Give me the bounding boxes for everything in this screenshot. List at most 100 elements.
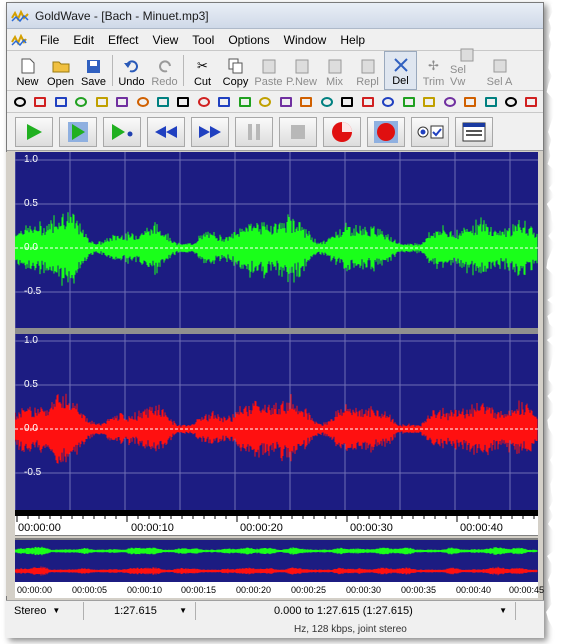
overview-time-label: 00:00:45: [509, 585, 545, 595]
overview-time-label: 00:00:00: [17, 585, 53, 595]
fx-2-icon[interactable]: [31, 94, 48, 110]
replace-icon: [359, 58, 377, 74]
channel-mode-dropdown[interactable]: Stereo ▼: [6, 601, 84, 620]
toolbar-separator: [183, 55, 184, 86]
replace-button[interactable]: Repl: [351, 51, 384, 90]
waveform-view[interactable]: 1.0 0.5 0.0 -0.5 1.0 0.5 0.0 -0.5: [14, 152, 538, 510]
menu-edit[interactable]: Edit: [66, 33, 101, 47]
main-toolbar: New Open Save Undo Redo ✂ Cut Copy Paste…: [7, 48, 543, 91]
menu-tool[interactable]: Tool: [185, 33, 221, 47]
overview-graph[interactable]: [14, 540, 538, 582]
open-button[interactable]: Open: [44, 51, 77, 90]
pause-button[interactable]: [235, 116, 273, 147]
title-bar[interactable]: GoldWave - [Bach - Minuet.mp3]: [7, 3, 543, 29]
overview-time-ruler: 00:00:00 00:00:05 00:00:10 00:00:15 00:0…: [15, 582, 544, 598]
fx-11-icon[interactable]: [216, 94, 233, 110]
overview-time-label: 00:00:15: [181, 585, 217, 595]
fx-16-icon[interactable]: [318, 94, 335, 110]
menu-effect[interactable]: Effect: [101, 33, 145, 47]
play-from-cursor-button[interactable]: [103, 116, 141, 147]
overview-time-label: 00:00:40: [456, 585, 492, 595]
fx-26-icon[interactable]: [523, 94, 540, 110]
select-all-button[interactable]: Sel A: [483, 51, 516, 90]
fx-6-icon[interactable]: [113, 94, 130, 110]
time-label: 00:00:10: [131, 522, 174, 534]
mix-icon: [326, 58, 344, 74]
new-button[interactable]: New: [11, 51, 44, 90]
device-options-button[interactable]: [411, 116, 449, 147]
control-window-button[interactable]: [455, 116, 493, 147]
selection-dropdown[interactable]: 0.000 to 1:27.615 (1:27.615) ▼: [196, 601, 516, 620]
fx-18-icon[interactable]: [359, 94, 376, 110]
control-window-icon: [462, 122, 486, 141]
right-y-label: 0.0: [24, 423, 38, 434]
fx-22-icon[interactable]: [441, 94, 458, 110]
copy-button[interactable]: Copy: [219, 51, 252, 90]
select-view-button[interactable]: Sel Vw: [450, 48, 483, 90]
fast-forward-icon: [199, 125, 221, 138]
overview-left-channel: [14, 546, 538, 556]
fx-4-icon[interactable]: [72, 94, 89, 110]
overview-time-label: 00:00:35: [401, 585, 437, 595]
select-view-icon: [458, 48, 476, 62]
menu-file[interactable]: File: [33, 33, 66, 47]
undo-icon: [123, 58, 141, 74]
window-title: GoldWave - [Bach - Minuet.mp3]: [35, 8, 209, 23]
trim-button[interactable]: ✢ Trim: [417, 51, 450, 90]
paste-new-button[interactable]: P.New: [285, 51, 318, 90]
save-button[interactable]: Save: [77, 51, 110, 90]
pause-icon: [248, 123, 260, 140]
fx-5-icon[interactable]: [93, 94, 110, 110]
fx-7-icon[interactable]: [134, 94, 151, 110]
overview-waveform[interactable]: [14, 538, 538, 582]
time-ruler[interactable]: 00:00:00 00:00:10 00:00:20 00:00:30 00:0…: [15, 516, 538, 536]
checkbox-icon: [417, 125, 444, 138]
paste-button[interactable]: Paste: [252, 51, 285, 90]
menu-window[interactable]: Window: [277, 33, 334, 47]
menu-view[interactable]: View: [146, 33, 186, 47]
fast-forward-button[interactable]: [191, 116, 229, 147]
fx-8-icon[interactable]: [154, 94, 171, 110]
format-status: Hz, 128 kbps, joint stereo: [6, 620, 544, 638]
left-y-label: 0.0: [24, 242, 38, 253]
left-channel-waveform: [14, 212, 538, 286]
fx-13-icon[interactable]: [257, 94, 274, 110]
length-dropdown[interactable]: 1:27.615 ▼: [84, 601, 196, 620]
fx-12-icon[interactable]: [236, 94, 253, 110]
time-label: 00:00:30: [350, 522, 393, 534]
mix-button[interactable]: Mix: [318, 51, 351, 90]
stop-button[interactable]: [279, 116, 317, 147]
transport-toolbar: [7, 113, 543, 151]
rewind-button[interactable]: [147, 116, 185, 147]
record-button[interactable]: [323, 116, 361, 147]
fx-14-icon[interactable]: [277, 94, 294, 110]
record-selection-button[interactable]: [367, 116, 405, 147]
redo-button[interactable]: Redo: [148, 51, 181, 90]
fx-19-icon[interactable]: [379, 94, 396, 110]
menu-options[interactable]: Options: [221, 33, 276, 47]
open-folder-icon: [52, 58, 70, 74]
left-edge-strip: [6, 152, 15, 596]
play-button[interactable]: [15, 116, 53, 147]
fx-25-icon[interactable]: [502, 94, 519, 110]
fx-1-icon[interactable]: [11, 94, 28, 110]
cut-button[interactable]: ✂ Cut: [186, 51, 219, 90]
fx-9-icon[interactable]: [175, 94, 192, 110]
fx-17-icon[interactable]: [339, 94, 356, 110]
delete-button[interactable]: Del: [384, 51, 417, 90]
stop-icon: [291, 124, 305, 139]
fx-15-icon[interactable]: [298, 94, 315, 110]
menu-help[interactable]: Help: [333, 33, 372, 47]
fx-21-icon[interactable]: [420, 94, 437, 110]
play-selection-button[interactable]: [59, 116, 97, 147]
fx-3-icon[interactable]: [52, 94, 69, 110]
fx-10-icon[interactable]: [195, 94, 212, 110]
fx-23-icon[interactable]: [461, 94, 478, 110]
undo-button[interactable]: Undo: [115, 51, 148, 90]
fx-20-icon[interactable]: [400, 94, 417, 110]
paste-icon: [260, 58, 278, 74]
record-icon: [332, 121, 352, 142]
document-logo-icon[interactable]: [11, 33, 27, 46]
dropdown-arrow-icon: ▼: [499, 606, 507, 615]
fx-24-icon[interactable]: [482, 94, 499, 110]
